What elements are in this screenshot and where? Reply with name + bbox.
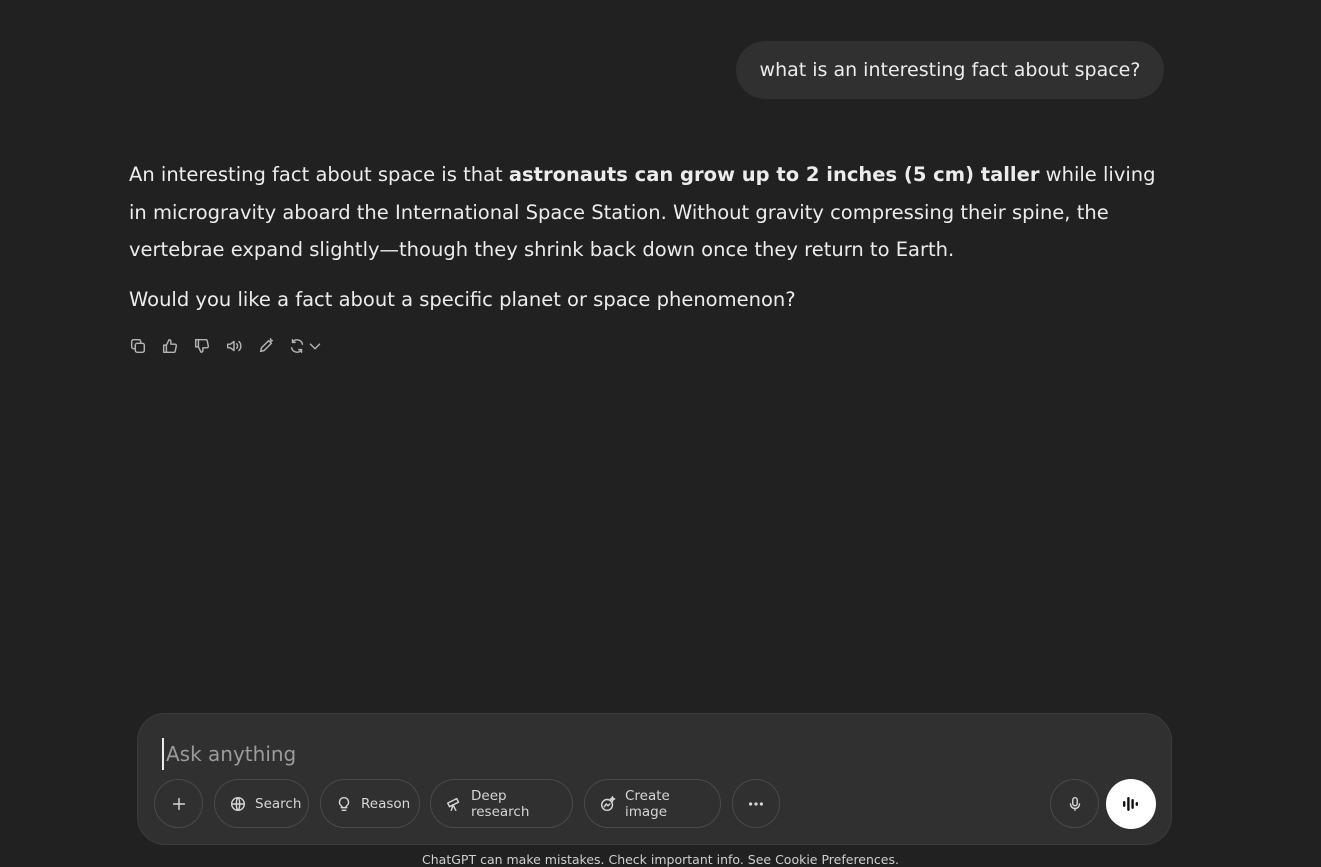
assistant-paragraph-1: An interesting fact about space is that …	[129, 156, 1169, 269]
copy-icon	[130, 338, 146, 354]
deep-research-button[interactable]: Deep research	[430, 779, 573, 828]
message-actions	[126, 333, 326, 359]
chevron-down-icon	[309, 343, 321, 350]
create-image-button[interactable]: Create image	[584, 779, 721, 828]
thumbs-down-icon	[194, 338, 210, 354]
good-response-button[interactable]	[158, 334, 182, 358]
answer-text-intro: An interesting fact about space is that	[129, 163, 509, 186]
disclaimer-footer: ChatGPT can make mistakes. Check importa…	[422, 852, 899, 867]
regenerate-button[interactable]	[286, 334, 326, 358]
dictate-button[interactable]	[1050, 779, 1099, 828]
search-label: Search	[255, 795, 302, 812]
read-aloud-button[interactable]	[222, 334, 246, 358]
microphone-icon	[1069, 796, 1080, 811]
message-composer: Search Reason Deep research Create image	[137, 713, 1172, 845]
regenerate-icon	[290, 338, 304, 354]
telescope-icon	[446, 797, 460, 811]
bad-response-button[interactable]	[190, 334, 214, 358]
create-image-label: Create image	[625, 787, 670, 820]
more-tools-button[interactable]	[732, 779, 780, 828]
globe-icon	[230, 796, 246, 811]
voice-mode-button[interactable]	[1106, 779, 1156, 829]
deep-research-label: Deep research	[471, 787, 530, 820]
reason-button[interactable]: Reason	[320, 779, 420, 828]
copy-button[interactable]	[126, 334, 150, 358]
prompt-input[interactable]	[162, 738, 1048, 770]
more-icon	[748, 801, 764, 806]
answer-text-highlight: astronauts can grow up to 2 inches (5 cm…	[508, 163, 1040, 186]
plus-icon	[172, 797, 185, 810]
thumbs-up-icon	[162, 338, 178, 354]
assistant-paragraph-2: Would you like a fact about a specific p…	[129, 287, 796, 311]
edit-in-canvas-button[interactable]	[254, 334, 278, 358]
speaker-icon	[226, 340, 242, 352]
user-message-bubble: what is an interesting fact about space?	[736, 41, 1164, 99]
lightbulb-icon	[338, 796, 350, 811]
attach-button[interactable]	[154, 779, 203, 828]
search-button[interactable]: Search	[214, 779, 309, 828]
reason-label: Reason	[361, 795, 411, 812]
assistant-message: An interesting fact about space is that …	[129, 156, 1169, 330]
edit-icon	[259, 338, 274, 353]
image-sparkle-icon	[600, 795, 616, 811]
voice-waveform-icon	[1123, 797, 1138, 811]
